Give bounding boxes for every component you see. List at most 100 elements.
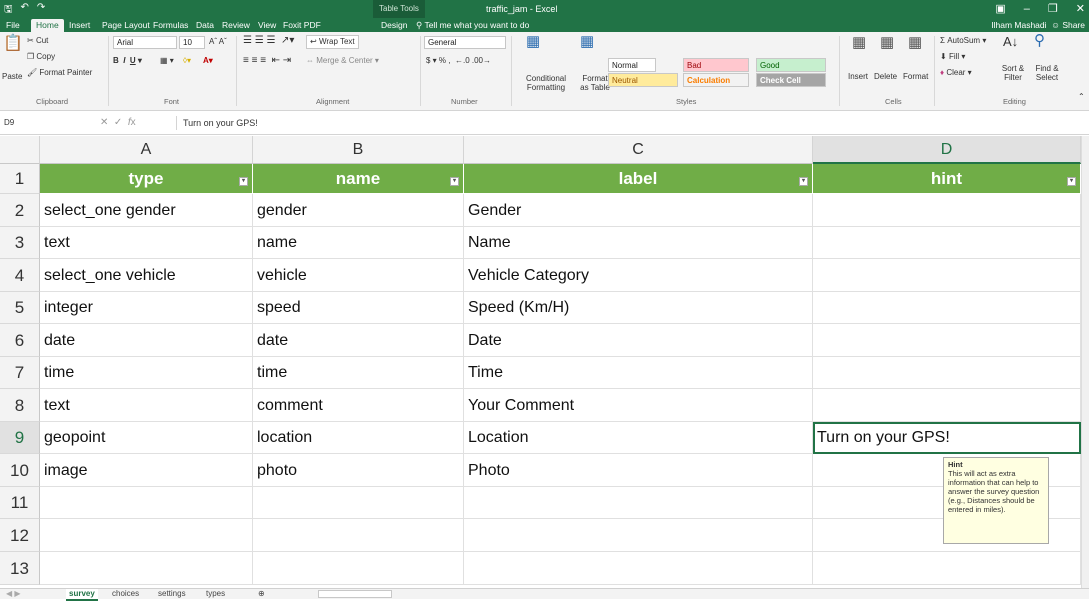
autosum-button[interactable]: Σ AutoSum ▾ (940, 36, 986, 46)
font-color-icon[interactable]: A▾ (203, 56, 213, 66)
cell-d9[interactable]: Turn on your GPS! (813, 422, 1081, 454)
tab-home[interactable]: Home (31, 19, 64, 32)
cell-c13[interactable] (464, 552, 813, 585)
maximize-button[interactable]: ❐ (1048, 0, 1058, 18)
comma-button[interactable]: , (448, 56, 450, 65)
cell-b6[interactable]: date (253, 324, 464, 357)
number-format-select[interactable]: General (424, 36, 506, 49)
cell-b3[interactable]: name (253, 227, 464, 259)
redo-icon[interactable]: ↷ (37, 2, 45, 19)
row-header-11[interactable]: 11 (0, 487, 40, 519)
row-header-1[interactable]: 1 (0, 164, 40, 194)
filter-dropdown-icon[interactable]: ▾ (1067, 177, 1076, 186)
sort-filter-icon[interactable]: A↓ (1003, 35, 1018, 48)
row-header-8[interactable]: 8 (0, 389, 40, 422)
row-header-9[interactable]: 9 (0, 422, 40, 454)
borders-icon[interactable]: ▦ ▾ (160, 56, 174, 66)
paste-icon[interactable]: 📋 (3, 36, 23, 52)
sheet-tab-types[interactable]: types (206, 589, 225, 599)
find-icon[interactable]: ⚲ (1034, 33, 1045, 48)
header-cell-c[interactable]: label ▾ (464, 164, 813, 194)
row-header-13[interactable]: 13 (0, 552, 40, 585)
format-as-table-icon[interactable]: ▦ (580, 34, 594, 49)
sheet-tab-survey[interactable]: survey (66, 589, 98, 601)
column-header-a[interactable]: A (40, 136, 253, 164)
sheet-tab-choices[interactable]: choices (112, 589, 139, 599)
tab-file[interactable]: File (6, 19, 20, 32)
tab-review[interactable]: Review (222, 19, 250, 32)
cut-icon[interactable]: ✂ (27, 36, 34, 45)
merge-center-button[interactable]: ⇔ Merge & Center ▾ (306, 56, 379, 66)
cell-c11[interactable] (464, 487, 813, 519)
row-header-4[interactable]: 4 (0, 259, 40, 292)
copy-button[interactable]: Copy (36, 52, 55, 61)
increase-decimal-icon[interactable]: ←.0 (455, 56, 470, 65)
style-normal[interactable]: Normal (608, 58, 656, 72)
cell-c6[interactable]: Date (464, 324, 813, 357)
cell-b9[interactable]: location (253, 422, 464, 454)
cell-b7[interactable]: time (253, 357, 464, 389)
close-button[interactable]: ✕ (1076, 0, 1085, 18)
cell-b10[interactable]: photo (253, 454, 464, 487)
share-button[interactable]: Share (1062, 20, 1085, 30)
user-area[interactable]: Ilham Mashadi ☺ Share (991, 19, 1085, 32)
row-header-10[interactable]: 10 (0, 454, 40, 487)
style-neutral[interactable]: Neutral (608, 73, 678, 87)
cell-a13[interactable] (40, 552, 253, 585)
format-button[interactable]: Format (903, 72, 928, 82)
paste-button[interactable]: Paste (2, 72, 22, 82)
cell-c8[interactable]: Your Comment (464, 389, 813, 422)
cell-a11[interactable] (40, 487, 253, 519)
insert-button[interactable]: Insert (848, 72, 868, 82)
cell-c4[interactable]: Vehicle Category (464, 259, 813, 292)
format-as-table-button[interactable]: Format as Table (578, 74, 612, 92)
minimize-button[interactable]: – (1024, 0, 1030, 18)
save-icon[interactable]: 🖫 (4, 2, 13, 19)
cell-a5[interactable]: integer (40, 292, 253, 324)
cell-a10[interactable]: image (40, 454, 253, 487)
cell-d7[interactable] (813, 357, 1081, 389)
cell-b13[interactable] (253, 552, 464, 585)
format-painter-icon[interactable]: 🖌 (27, 68, 37, 77)
number-format-buttons[interactable]: $ ▾ % , ←.0 .00→ (426, 56, 491, 66)
cell-d8[interactable] (813, 389, 1081, 422)
tab-foxit-pdf[interactable]: Foxit PDF (283, 19, 321, 32)
find-select-button[interactable]: Find & Select (1030, 64, 1064, 82)
font-size-select[interactable]: 10 (179, 36, 205, 49)
font-grow-icon[interactable]: Aˆ Aˇ (209, 37, 227, 47)
name-box[interactable]: D9 (4, 116, 60, 130)
fill-button[interactable]: ⬇ Fill ▾ (940, 52, 965, 62)
currency-button[interactable]: $ (426, 56, 430, 65)
cell-a6[interactable]: date (40, 324, 253, 357)
row-header-12[interactable]: 12 (0, 519, 40, 552)
spreadsheet-grid[interactable]: A B C D 1 type ▾ name ▾ label ▾ hint ▾ 2 select_on… (0, 136, 1081, 588)
cell-b8[interactable]: comment (253, 389, 464, 422)
cell-c9[interactable]: Location (464, 422, 813, 454)
insert-cells-icon[interactable]: ▦ (852, 35, 866, 50)
percent-button[interactable]: % (439, 56, 446, 65)
cell-a7[interactable]: time (40, 357, 253, 389)
cell-b2[interactable]: gender (253, 194, 464, 227)
cell-a9[interactable]: geopoint (40, 422, 253, 454)
clear-button[interactable]: ♦ Clear ▾ (940, 68, 972, 78)
style-bad[interactable]: Bad (683, 58, 749, 72)
font-name-select[interactable]: Arial (113, 36, 177, 49)
copy-icon[interactable]: ❐ (27, 52, 34, 61)
cell-b4[interactable]: vehicle (253, 259, 464, 292)
delete-cells-icon[interactable]: ▦ (880, 35, 894, 50)
row-header-3[interactable]: 3 (0, 227, 40, 259)
sort-filter-button[interactable]: Sort & Filter (996, 64, 1030, 82)
add-sheet-icon[interactable]: ⊕ (258, 589, 265, 599)
column-header-d[interactable]: D (813, 136, 1081, 164)
sheet-tab-settings[interactable]: settings (158, 589, 186, 599)
column-header-b[interactable]: B (253, 136, 464, 164)
cell-a8[interactable]: text (40, 389, 253, 422)
format-painter-button[interactable]: Format Painter (39, 68, 92, 77)
cell-a4[interactable]: select_one vehicle (40, 259, 253, 292)
cut-button[interactable]: Cut (36, 36, 48, 45)
format-cells-icon[interactable]: ▦ (908, 35, 922, 50)
cell-a3[interactable]: text (40, 227, 253, 259)
cell-c3[interactable]: Name (464, 227, 813, 259)
cell-c2[interactable]: Gender (464, 194, 813, 227)
cell-d2[interactable] (813, 194, 1081, 227)
